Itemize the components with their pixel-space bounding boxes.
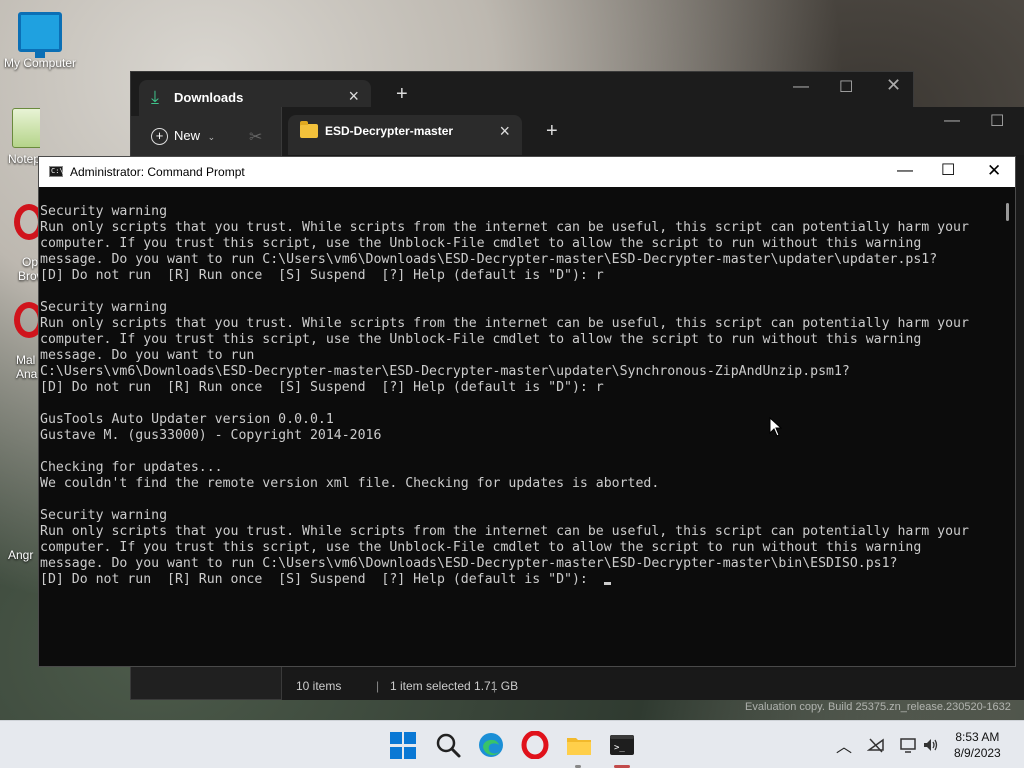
desktop-icon-label: Angr	[8, 548, 34, 562]
console-line: message. Do you want to run	[40, 348, 255, 363]
text-cursor	[603, 582, 611, 585]
tab-title: Downloads	[174, 90, 244, 105]
start-icon[interactable]	[390, 732, 418, 760]
window-title: Administrator: Command Prompt	[70, 165, 245, 179]
console-line: C:\Users\vm6\Downloads\ESD-Decrypter-mas…	[40, 364, 850, 379]
console-line: [D] Do not run [R] Run once [S] Suspend …	[40, 268, 604, 283]
edge-icon[interactable]	[477, 731, 505, 759]
chevron-up-icon[interactable]: ︿	[836, 733, 852, 768]
status-divider: |	[376, 679, 380, 693]
terminal-icon[interactable]: >_	[608, 731, 636, 759]
cut-icon[interactable]: ✂	[249, 127, 262, 147]
maximize-button[interactable]: ☐	[941, 162, 955, 180]
status-bar: 10 items | 1 item selected 1.71 GB |	[282, 672, 1024, 700]
minimize-icon[interactable]: —	[793, 78, 809, 96]
selection-info: 1 item selected 1.71 GB	[390, 679, 519, 693]
network-disconnected-icon[interactable]	[867, 736, 885, 754]
file-explorer-icon[interactable]	[565, 731, 593, 759]
console-line: computer. If you trust this script, use …	[40, 540, 922, 555]
console-line: [D] Do not run [R] Run once [S] Suspend …	[40, 572, 999, 588]
desktop-icon-label: Ana	[16, 367, 38, 381]
console-line: computer. If you trust this script, use …	[40, 332, 922, 347]
maximize-icon[interactable]: ☐	[990, 111, 1004, 131]
plus-icon: +	[151, 128, 168, 145]
tab-esd-decrypter-master[interactable]: ESD-Decrypter-master ×	[288, 115, 522, 155]
new-tab-button[interactable]: +	[546, 121, 558, 141]
desktop-icon-label: Notep	[8, 152, 40, 166]
volume-icon[interactable]	[922, 736, 940, 754]
console-output[interactable]: Security warning Run only scripts that yo…	[39, 187, 999, 666]
minimize-icon[interactable]: —	[944, 112, 960, 130]
display-icon[interactable]	[899, 736, 917, 754]
download-icon: ⤓	[151, 87, 159, 107]
console-line: [D] Do not run [R] Run once [S] Suspend …	[40, 380, 604, 395]
console-line: GusTools Auto Updater version 0.0.0.1	[40, 412, 334, 427]
folder-icon	[300, 121, 318, 138]
chevron-down-icon: ⌄	[207, 132, 216, 142]
console-line: Run only scripts that you trust. While s…	[40, 524, 969, 539]
svg-text:>_: >_	[614, 743, 625, 753]
desktop-icon-label: Op	[22, 255, 39, 269]
build-watermark: Evaluation copy. Build 25375.zn_release.…	[745, 701, 1011, 713]
tab-title: ESD-Decrypter-master	[325, 124, 454, 138]
title-bar[interactable]: C:\ Administrator: Command Prompt — ☐ ✕	[39, 157, 1015, 187]
scrollbar-thumb[interactable]	[1006, 203, 1009, 221]
console-line: Security warning	[40, 204, 168, 219]
clock-date: 8/9/2023	[954, 746, 1001, 760]
minimize-button[interactable]: —	[897, 162, 913, 180]
close-tab-icon[interactable]: ×	[499, 121, 510, 142]
opera-icon[interactable]	[521, 731, 549, 759]
console-line: Gustave M. (gus33000) - Copyright 2014-2…	[40, 428, 382, 443]
console-line: Security warning	[40, 508, 168, 523]
console-line: Security warning	[40, 300, 168, 315]
mouse-pointer-icon	[769, 417, 783, 437]
new-button-label: New	[174, 128, 201, 143]
console-line: Checking for updates...	[40, 460, 223, 475]
close-button[interactable]: ✕	[987, 162, 1001, 180]
new-tab-button[interactable]: +	[396, 84, 408, 104]
close-tab-icon[interactable]: ×	[348, 86, 359, 107]
status-divider: |	[493, 679, 497, 693]
clock-time: 8:53 AM	[955, 730, 1000, 744]
command-prompt-window: C:\ Administrator: Command Prompt — ☐ ✕ …	[38, 156, 1016, 667]
tab-bar: ESD-Decrypter-master × + — ☐	[282, 107, 1024, 155]
taskbar: >_ ︿ 8:53 AM 8/9/2023	[0, 720, 1024, 768]
new-button[interactable]: + New ⌄	[151, 128, 215, 145]
cmd-icon: C:\	[49, 166, 64, 177]
desktop-icon-notepad[interactable]: Notep	[0, 108, 40, 166]
search-icon[interactable]	[434, 731, 462, 759]
desktop-icon-my-computer[interactable]: My Computer	[2, 12, 78, 70]
console-line: message. Do you want to run C:\Users\vm6…	[40, 252, 938, 267]
close-icon[interactable]: ✕	[886, 75, 901, 96]
maximize-icon[interactable]: ☐	[839, 77, 853, 97]
console-line: We couldn't find the remote version xml …	[40, 476, 660, 491]
console-line: Run only scripts that you trust. While s…	[40, 316, 969, 331]
notepad-icon	[12, 108, 40, 148]
monitor-icon	[18, 12, 62, 58]
console-line: Run only scripts that you trust. While s…	[40, 220, 969, 235]
console-line: computer. If you trust this script, use …	[40, 236, 922, 251]
console-line: message. Do you want to run C:\Users\vm6…	[40, 556, 898, 571]
clock[interactable]: 8:53 AM 8/9/2023	[954, 729, 1001, 761]
item-count: 10 items	[296, 679, 342, 693]
desktop-icon-label: My Computer	[3, 56, 77, 70]
desktop-icon-label: Mal	[16, 353, 36, 367]
